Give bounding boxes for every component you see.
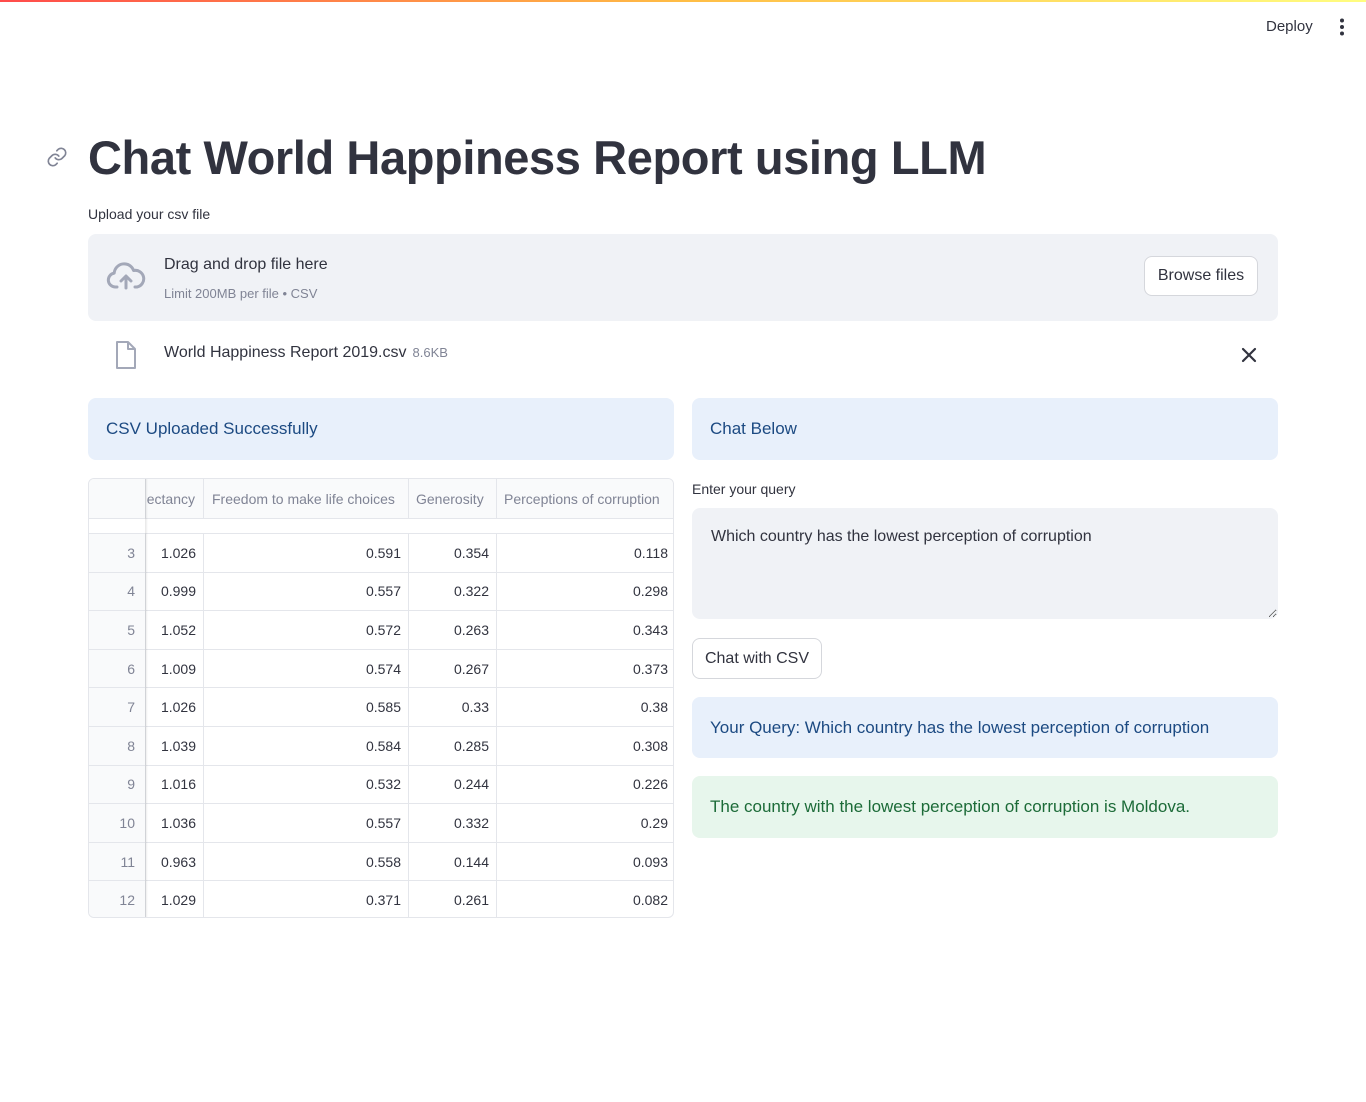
browse-files-button[interactable]: Browse files bbox=[1144, 256, 1258, 296]
table-row[interactable]: 4 0.999 0.557 0.322 0.298 bbox=[89, 572, 673, 612]
table-cell[interactable]: 0.38 bbox=[497, 688, 673, 726]
header-cell[interactable]: ectancy bbox=[146, 479, 204, 519]
file-name: World Happiness Report 2019.csv bbox=[164, 344, 407, 361]
table-cell[interactable]: 0.343 bbox=[497, 611, 673, 649]
table-row[interactable]: 7 1.026 0.585 0.33 0.38 bbox=[89, 688, 673, 727]
table-cell[interactable]: 0.574 bbox=[204, 649, 409, 688]
table-cell[interactable]: 0.557 bbox=[204, 572, 409, 611]
link-icon[interactable] bbox=[46, 146, 68, 168]
close-icon[interactable] bbox=[1238, 344, 1260, 366]
answer-alert: The country with the lowest perception o… bbox=[692, 776, 1278, 838]
table-cell[interactable]: 1.039 bbox=[146, 727, 204, 765]
table-cell[interactable]: 0.963 bbox=[146, 842, 204, 881]
table-cell[interactable]: 0.584 bbox=[204, 727, 409, 765]
row-index[interactable]: 4 bbox=[89, 572, 146, 611]
table-cell[interactable]: 0.373 bbox=[497, 650, 673, 688]
table-cell[interactable]: 0.244 bbox=[409, 765, 497, 804]
table-cell[interactable]: 1.016 bbox=[146, 765, 204, 804]
chat-below-alert: Chat Below bbox=[692, 398, 1278, 460]
table-row[interactable]: 11 0.963 0.558 0.144 0.093 bbox=[89, 842, 673, 882]
table-cell[interactable]: 0.144 bbox=[409, 842, 497, 881]
uploaded-file-row: World Happiness Report 2019.csv 8.6KB bbox=[88, 334, 1278, 376]
table-cell[interactable]: 0.285 bbox=[409, 727, 497, 765]
table-cell[interactable]: 1.009 bbox=[146, 649, 204, 688]
row-index[interactable]: 6 bbox=[89, 649, 146, 688]
table-cell[interactable]: 0.33 bbox=[409, 688, 497, 726]
dropzone-title: Drag and drop file here bbox=[164, 256, 328, 273]
file-dropzone[interactable]: Drag and drop file here Limit 200MB per … bbox=[88, 234, 1278, 321]
file-icon bbox=[116, 341, 136, 369]
table-row[interactable]: 9 1.016 0.532 0.244 0.226 bbox=[89, 765, 673, 805]
table-cell[interactable]: 0.557 bbox=[204, 804, 409, 842]
query-echo-alert: Your Query: Which country has the lowest… bbox=[692, 697, 1278, 758]
table-cell[interactable]: 0.558 bbox=[204, 842, 409, 881]
header-cell[interactable]: Perceptions of corruption bbox=[497, 479, 673, 519]
header-index bbox=[89, 479, 146, 519]
table-cell[interactable]: 0.585 bbox=[204, 688, 409, 726]
header-cell[interactable]: Generosity bbox=[409, 479, 497, 519]
table-row-partial bbox=[89, 519, 673, 534]
row-index[interactable]: 10 bbox=[89, 804, 146, 842]
table-cell[interactable]: 0.29 bbox=[497, 804, 673, 842]
table-cell[interactable]: 0.226 bbox=[497, 766, 673, 804]
table-cell[interactable]: 0.298 bbox=[497, 573, 673, 611]
table-cell[interactable]: 0.999 bbox=[146, 572, 204, 611]
table-cell[interactable]: 0.267 bbox=[409, 649, 497, 688]
table-cell[interactable]: 0.082 bbox=[497, 881, 673, 917]
table-cell[interactable]: 1.026 bbox=[146, 688, 204, 726]
query-label: Enter your query bbox=[692, 481, 796, 497]
row-index[interactable]: 7 bbox=[89, 688, 146, 726]
main-menu-button[interactable] bbox=[1330, 14, 1354, 40]
row-index[interactable]: 8 bbox=[89, 727, 146, 765]
table-cell[interactable]: 0.263 bbox=[409, 611, 497, 649]
page-title: Chat World Happiness Report using LLM bbox=[88, 131, 987, 184]
row-index[interactable]: 11 bbox=[89, 842, 146, 881]
deploy-button[interactable]: Deploy bbox=[1253, 14, 1326, 40]
table-cell[interactable]: 0.591 bbox=[204, 534, 409, 572]
table-cell[interactable]: 1.029 bbox=[146, 881, 204, 917]
row-index[interactable]: 9 bbox=[89, 765, 146, 804]
dropzone-subtitle: Limit 200MB per file • CSV bbox=[164, 286, 318, 301]
upload-label: Upload your csv file bbox=[88, 206, 211, 222]
chat-with-csv-button[interactable]: Chat with CSV bbox=[692, 638, 822, 679]
table-cell[interactable]: 0.261 bbox=[409, 881, 497, 917]
file-name-wrap: World Happiness Report 2019.csv 8.6KB bbox=[164, 344, 448, 362]
table-cell[interactable]: 0.093 bbox=[497, 843, 673, 881]
row-index[interactable]: 5 bbox=[89, 611, 146, 649]
table-cell[interactable]: 0.371 bbox=[204, 881, 409, 917]
top-decoration-bar bbox=[0, 0, 1366, 2]
table-row[interactable]: 10 1.036 0.557 0.332 0.29 bbox=[89, 804, 673, 843]
csv-uploaded-alert: CSV Uploaded Successfully bbox=[88, 398, 674, 460]
table-cell[interactable]: 0.532 bbox=[204, 765, 409, 804]
table-cell[interactable]: 0.332 bbox=[409, 804, 497, 842]
table-row[interactable]: 8 1.039 0.584 0.285 0.308 bbox=[89, 727, 673, 766]
table-cell[interactable]: 0.322 bbox=[409, 572, 497, 611]
row-index[interactable]: 3 bbox=[89, 534, 146, 572]
table-cell[interactable]: 0.572 bbox=[204, 611, 409, 649]
header-cell[interactable]: Freedom to make life choices bbox=[204, 479, 409, 519]
table-cell[interactable]: 1.026 bbox=[146, 534, 204, 572]
table-row[interactable]: 12 1.029 0.371 0.261 0.082 bbox=[89, 881, 673, 917]
table-row[interactable]: 6 1.009 0.574 0.267 0.373 bbox=[89, 649, 673, 689]
table-cell[interactable]: 0.308 bbox=[497, 727, 673, 765]
table-cell[interactable]: 0.118 bbox=[497, 534, 673, 572]
table-row[interactable]: 3 1.026 0.591 0.354 0.118 bbox=[89, 534, 673, 573]
table-cell[interactable]: 1.052 bbox=[146, 611, 204, 649]
cloud-upload-icon bbox=[106, 262, 146, 290]
query-input[interactable] bbox=[692, 508, 1278, 619]
table-row[interactable]: 5 1.052 0.572 0.263 0.343 bbox=[89, 611, 673, 650]
table-cell[interactable]: 0.354 bbox=[409, 534, 497, 572]
file-size: 8.6KB bbox=[412, 345, 448, 360]
more-vertical-icon bbox=[1340, 18, 1344, 36]
data-table[interactable]: ectancy Freedom to make life choices Gen… bbox=[88, 478, 674, 918]
table-cell[interactable]: 1.036 bbox=[146, 804, 204, 842]
row-index[interactable]: 12 bbox=[89, 881, 146, 917]
